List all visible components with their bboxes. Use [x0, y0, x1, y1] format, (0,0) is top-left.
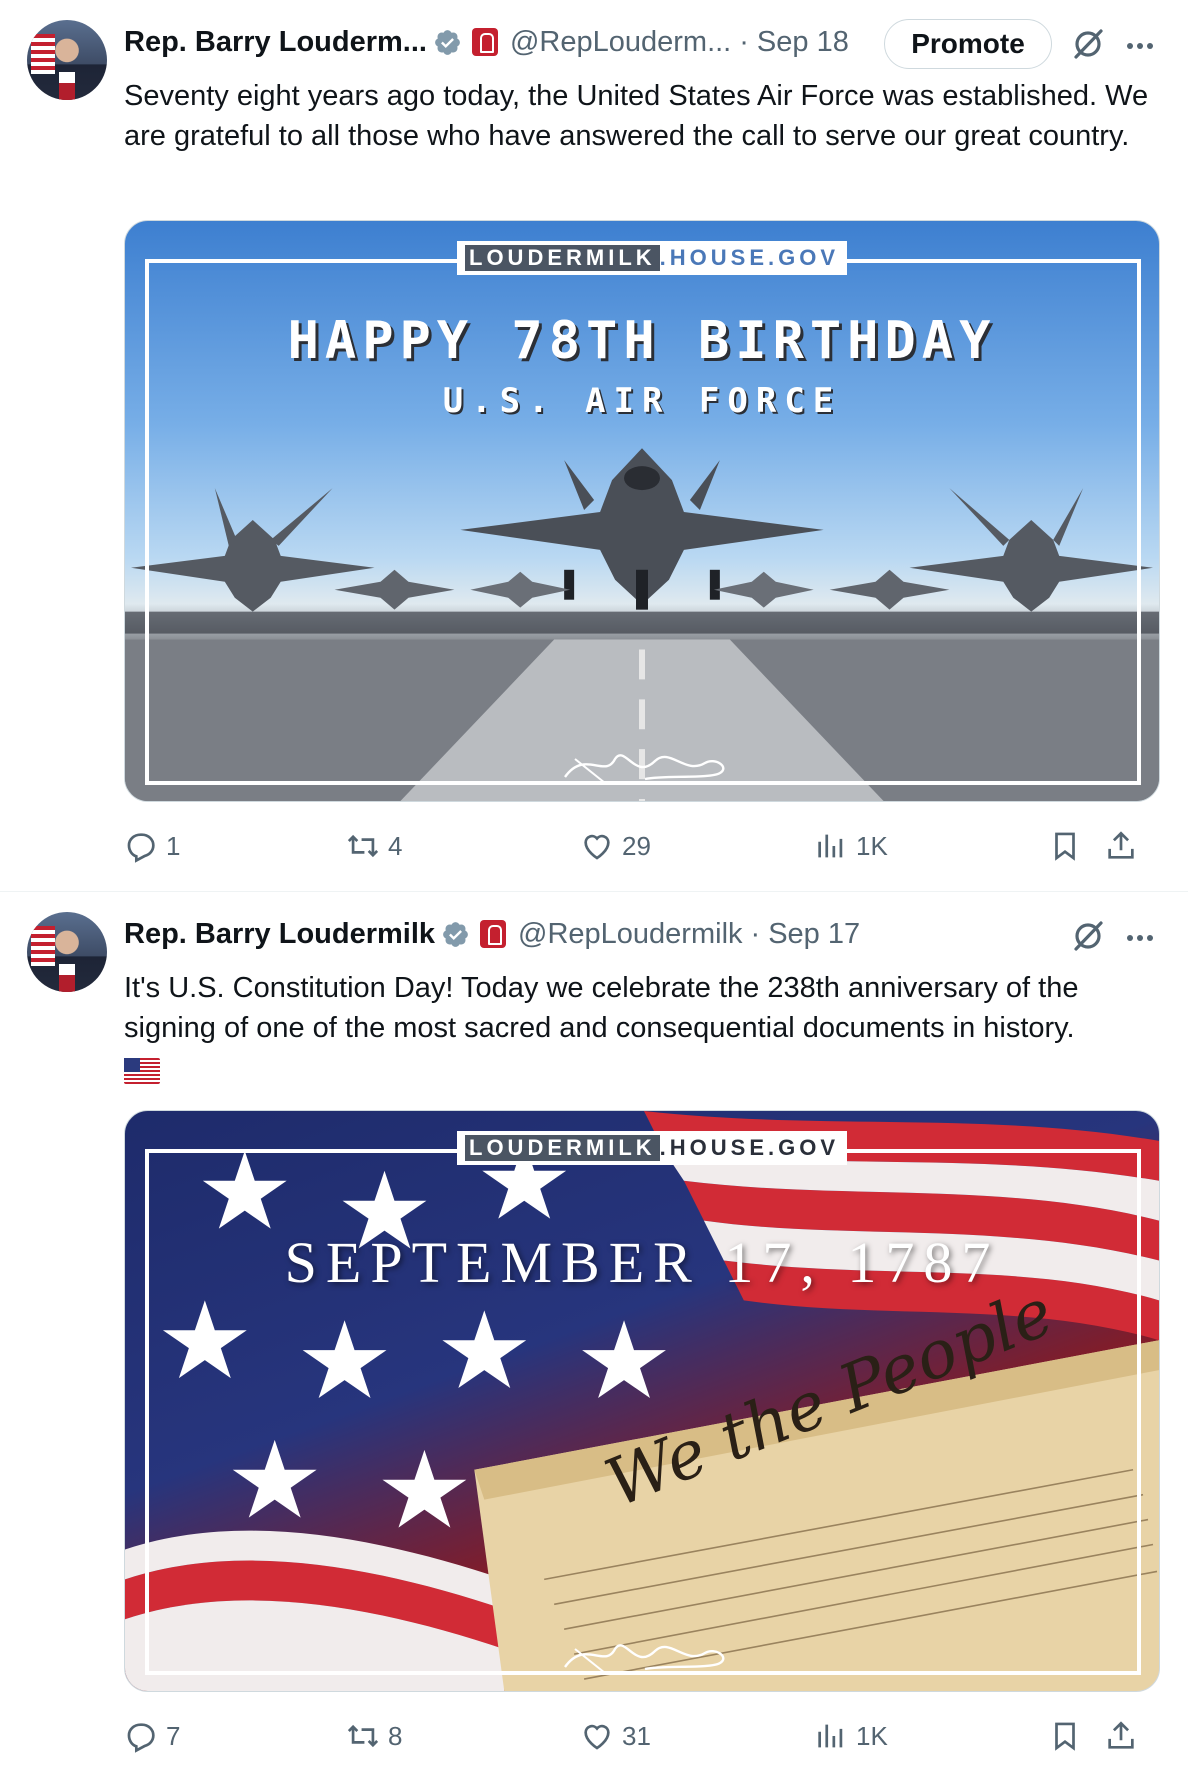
view-count: 1K: [856, 830, 888, 861]
tweet-header: Rep. Barry Loudermilk @RepLoudermilk · S…: [124, 914, 860, 954]
repost-icon: [347, 834, 379, 858]
tweet-actions: 1 4 29 1K: [124, 826, 1164, 866]
tweet-date[interactable]: Sep 17: [768, 918, 860, 951]
reply-button[interactable]: 1: [124, 826, 180, 866]
reply-button[interactable]: 7: [124, 1716, 180, 1756]
promote-button[interactable]: Promote: [884, 19, 1052, 69]
grok-icon[interactable]: [1068, 916, 1108, 956]
like-button[interactable]: 29: [580, 826, 651, 866]
share-button[interactable]: [1104, 1716, 1138, 1756]
views-icon: [818, 1724, 843, 1748]
government-badge-icon: [480, 920, 507, 948]
author-name[interactable]: Rep. Barry Loudermilk: [124, 918, 435, 951]
share-icon: [1108, 1721, 1134, 1749]
bookmark-button[interactable]: [1048, 826, 1082, 866]
more-icon[interactable]: [1120, 28, 1160, 64]
signature-image: [564, 1644, 725, 1674]
image-subtitle: U.S. AIR FORCE: [442, 381, 842, 421]
separator: ·: [739, 25, 749, 58]
tweet-image[interactable]: LOUDERMILK .HOUSE.GOV SEPTEMBER 17, 1787…: [124, 1110, 1160, 1692]
site-tag-name: LOUDERMILK: [465, 1135, 660, 1161]
view-count: 1K: [856, 1720, 888, 1751]
author-handle[interactable]: @RepLouderm...: [510, 26, 731, 59]
verified-badge-icon[interactable]: [433, 28, 462, 57]
image-frame: [145, 1149, 1141, 1675]
views-icon: [818, 834, 843, 858]
repost-button[interactable]: 8: [346, 1716, 402, 1756]
site-tag-name: LOUDERMILK: [465, 245, 660, 271]
image-title: HAPPY 78TH BIRTHDAY: [287, 311, 997, 371]
avatar[interactable]: [27, 20, 107, 100]
site-tag-domain: .HOUSE.GOV: [659, 245, 840, 270]
repost-icon: [347, 1724, 379, 1748]
share-icon: [1108, 831, 1134, 859]
site-tag: LOUDERMILK .HOUSE.GOV: [457, 1131, 848, 1165]
government-badge-icon: [471, 28, 498, 56]
bookmark-button[interactable]: [1048, 1716, 1082, 1756]
reply-icon: [127, 1723, 155, 1753]
avatar-flag: [31, 34, 55, 74]
repost-button[interactable]: 4: [346, 826, 402, 866]
signature-image: [564, 754, 725, 784]
more-icon[interactable]: [1120, 920, 1160, 956]
like-count: 29: [622, 830, 651, 861]
tweet-text: Seventy eight years ago today, the Unite…: [124, 80, 1149, 152]
separator: ·: [750, 917, 761, 950]
site-tag: LOUDERMILK .HOUSE.GOV: [457, 241, 848, 275]
like-icon: [584, 1724, 610, 1750]
tweet[interactable]: Rep. Barry Louderm... @RepLouderm... · S…: [0, 0, 1188, 892]
tweet-image[interactable]: LOUDERMILK .HOUSE.GOV HAPPY 78TH BIRTHDA…: [124, 220, 1160, 802]
tweet[interactable]: Rep. Barry Loudermilk @RepLoudermilk · S…: [0, 892, 1188, 1784]
author-name[interactable]: Rep. Barry Louderm...: [124, 26, 427, 59]
tweet-text: It's U.S. Constitution Day! Today we cel…: [124, 968, 1164, 1088]
verified-badge-icon[interactable]: [441, 920, 470, 949]
views-button[interactable]: 1K: [814, 1716, 888, 1756]
tweet-text-body: It's U.S. Constitution Day! Today we cel…: [124, 972, 1079, 1044]
share-button[interactable]: [1104, 826, 1138, 866]
us-flag-icon: [124, 1058, 160, 1085]
site-tag-domain: .HOUSE.GOV: [659, 1135, 840, 1160]
grok-icon[interactable]: [1068, 24, 1108, 64]
views-button[interactable]: 1K: [814, 826, 888, 866]
repost-count: 4: [388, 830, 403, 861]
like-count: 31: [622, 1720, 651, 1751]
tweet-actions: 7 8 31 1K: [124, 1716, 1164, 1756]
repost-count: 8: [388, 1720, 403, 1751]
author-handle[interactable]: @RepLoudermilk: [518, 918, 742, 951]
reply-count: 1: [166, 830, 181, 861]
like-button[interactable]: 31: [580, 1716, 651, 1756]
bookmark-icon: [1055, 832, 1075, 861]
tweet-date[interactable]: Sep 18: [757, 26, 849, 59]
like-icon: [584, 834, 610, 860]
reply-count: 7: [166, 1720, 181, 1751]
reply-icon: [127, 833, 155, 863]
avatar-tie: [59, 964, 75, 992]
avatar-flag: [31, 926, 55, 966]
tweet-header: Rep. Barry Louderm... @RepLouderm... · S…: [124, 22, 849, 62]
bookmark-icon: [1055, 1722, 1075, 1751]
avatar-tie: [59, 72, 75, 100]
avatar[interactable]: [27, 912, 107, 992]
